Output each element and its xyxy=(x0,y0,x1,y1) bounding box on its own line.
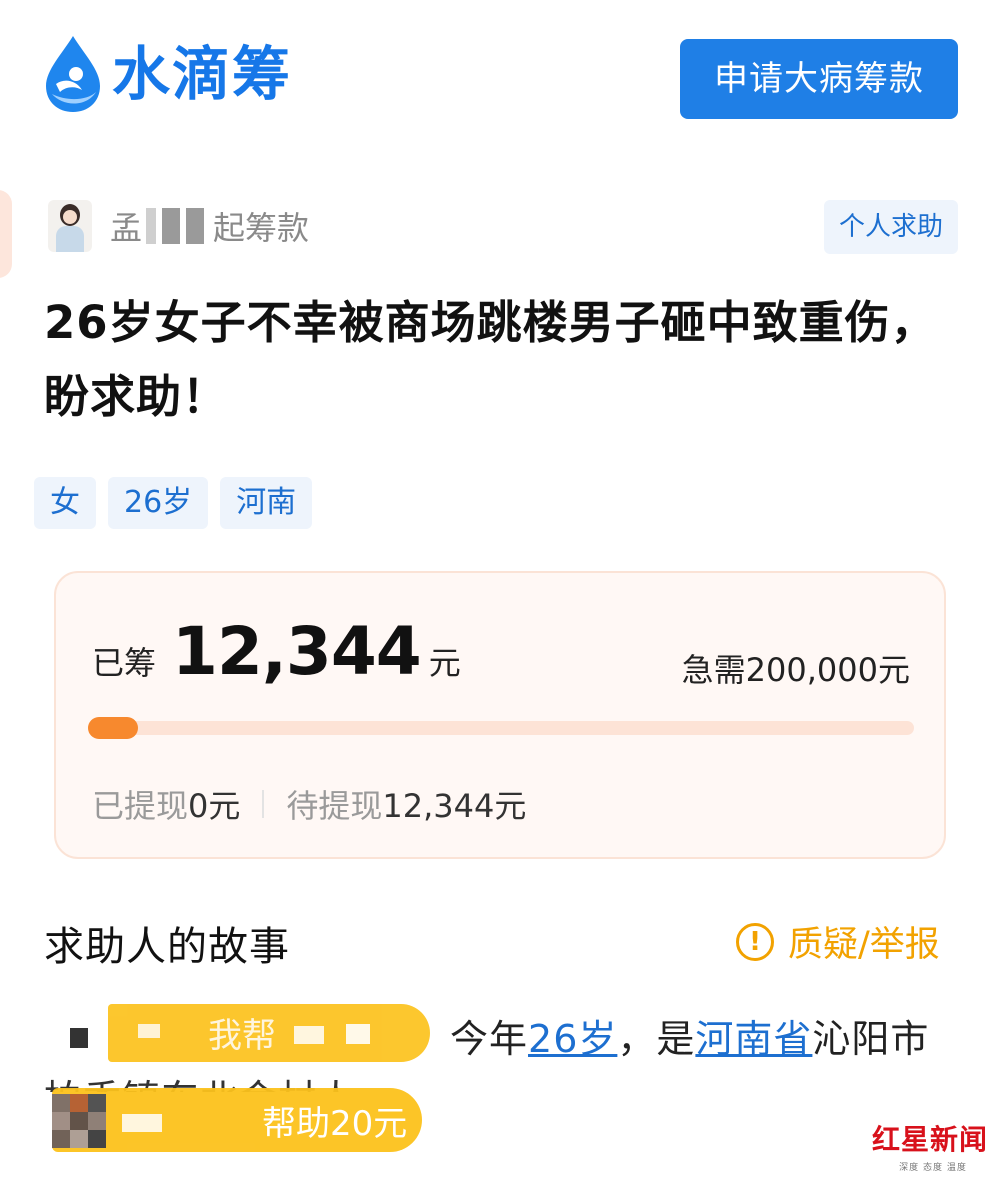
initiator-action-text: 起筹款 xyxy=(213,209,310,247)
withdraw-info: 已提现 0元 待提现 12,344元 xyxy=(92,781,526,827)
privacy-mosaic xyxy=(186,208,205,244)
privacy-mosaic xyxy=(146,208,157,244)
withdrawn-label: 已提现 xyxy=(92,787,189,825)
donation-popup-text: 帮助20元 xyxy=(262,1104,408,1144)
water-drop-icon xyxy=(46,36,100,112)
app-header: 水滴筹 申请大病筹款 xyxy=(0,0,1000,150)
story-text-line: 今年26岁，是河南省沁阳市 xyxy=(450,1008,929,1063)
hongxing-news-watermark: 红星新闻 深度 态度 温度 xyxy=(872,1118,994,1173)
progress-fill xyxy=(88,717,138,739)
raised-amount: 12,344 xyxy=(172,613,422,690)
donation-popup: 帮助20元 xyxy=(52,1088,422,1152)
tag-gender: 女 xyxy=(34,477,96,529)
apply-fundraising-button[interactable]: 申请大病筹款 xyxy=(680,39,958,119)
story-text: ，是 xyxy=(617,1017,696,1061)
divider xyxy=(262,790,265,818)
donation-popup-text: 我帮 xyxy=(208,1016,276,1056)
edge-decoration xyxy=(0,190,12,278)
campaign-title: 26岁女子不幸被商场跳楼男子砸中致重伤，盼求助！ xyxy=(44,296,937,423)
story-text: 今年 xyxy=(450,1017,529,1061)
watermark-main: 红星新闻 xyxy=(872,1123,989,1156)
report-link[interactable]: ! 质疑/举报 xyxy=(736,916,940,967)
tag-province: 河南 xyxy=(220,477,313,529)
withdrawn-amount: 0元 xyxy=(188,787,241,825)
privacy-mosaic xyxy=(162,208,181,244)
exclamation-circle-icon: ! xyxy=(736,922,774,961)
age-link[interactable]: 26岁 xyxy=(528,1017,617,1061)
type-badge: 个人求助 xyxy=(824,200,958,254)
progress-bar xyxy=(88,717,914,739)
initiator-name: 孟 xyxy=(110,209,144,247)
story-section-title: 求助人的故事 xyxy=(44,924,290,970)
report-label: 质疑/举报 xyxy=(788,925,940,965)
province-link[interactable]: 河南省 xyxy=(695,1017,812,1061)
pending-label: 待提现 xyxy=(286,787,383,825)
raised-amount-row: 已筹 12,344 元 xyxy=(92,613,461,690)
funding-card: 已筹 12,344 元 急需200,000元 已提现 0元 待提现 12,344… xyxy=(54,571,946,859)
avatar[interactable] xyxy=(48,200,92,252)
initiator-row[interactable]: 孟 起筹款 xyxy=(48,198,309,254)
target-amount: 急需200,000元 xyxy=(681,651,910,689)
watermark-sub: 深度 态度 温度 xyxy=(899,1163,967,1173)
donation-popup: 我帮 xyxy=(70,1004,430,1062)
tag-list: 女 26岁 河南 xyxy=(34,477,313,529)
shuidichou-logo[interactable]: 水滴筹 xyxy=(42,34,292,114)
logo-text: 水滴筹 xyxy=(112,40,293,108)
pending-amount: 12,344元 xyxy=(382,787,527,825)
tag-age: 26岁 xyxy=(108,477,209,529)
story-text: 沁阳市 xyxy=(812,1017,930,1061)
raised-unit: 元 xyxy=(428,644,461,682)
raised-label: 已筹 xyxy=(92,644,157,682)
